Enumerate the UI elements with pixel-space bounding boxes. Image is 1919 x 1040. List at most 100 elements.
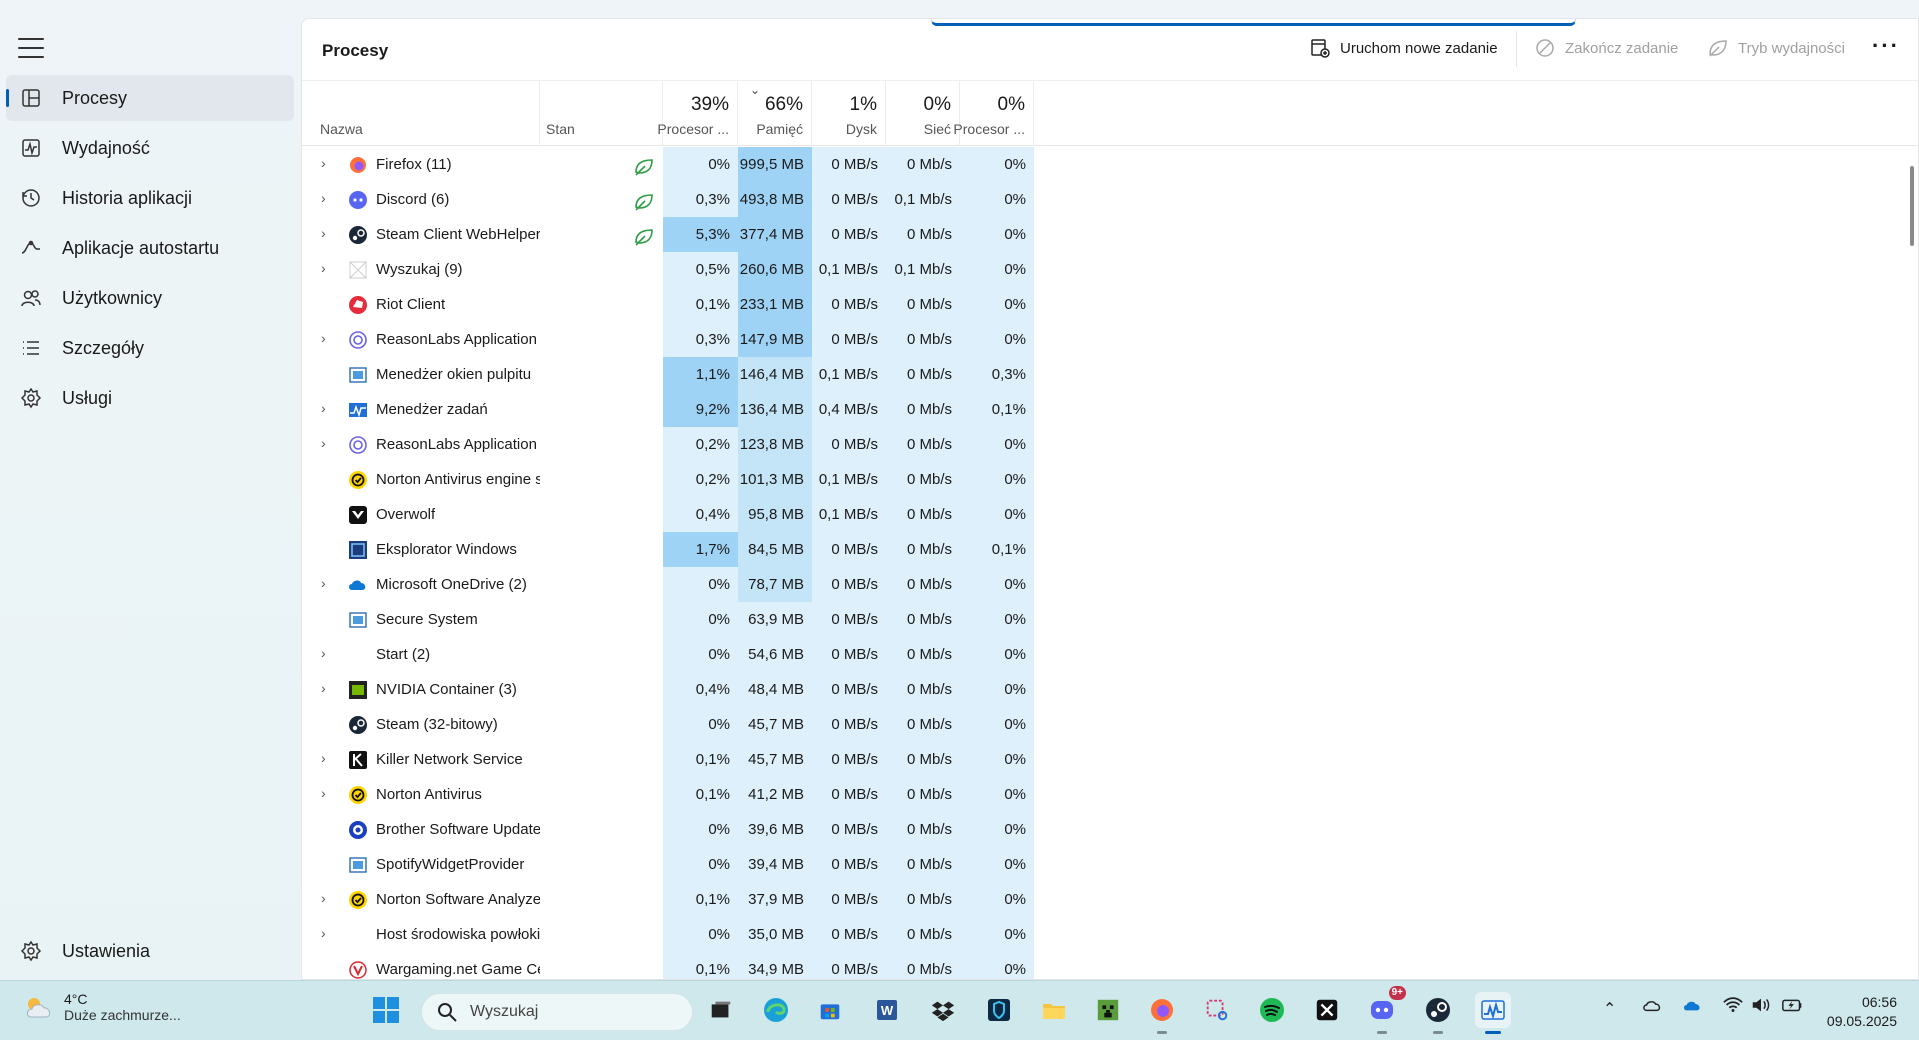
word-icon[interactable]: W <box>869 992 905 1028</box>
start-button[interactable] <box>368 992 404 1028</box>
chevron-right-icon[interactable]: › <box>321 777 326 812</box>
table-row[interactable]: SpotifyWidgetProvider 0% 39,4 MB 0 MB/s 0 Mb… <box>302 847 1918 882</box>
table-row[interactable]: › Norton Antivirus 0,1% 41,2 MB 0 MB/s 0 Mb/s… <box>302 777 1918 812</box>
discord-taskbar-icon[interactable]: 9+ <box>1364 986 1406 1034</box>
column-header-gpu[interactable]: 0% Procesor ... <box>953 81 1034 146</box>
edge-icon[interactable] <box>758 992 794 1028</box>
table-row[interactable]: ›ReasonLabs Application (5)0,3%147,9 MB0… <box>302 322 1918 357</box>
table-row[interactable]: Menedżer okien pulpitu 1,1% 146,4 MB 0,1 MB… <box>302 357 1918 392</box>
table-row[interactable]: Riot Client 0,1% 233,1 MB 0 MB/s 0 Mb/s 0% <box>302 287 1918 322</box>
disk-cell: 0 MB/s <box>812 147 886 182</box>
mem-cell: 41,2 MB <box>738 777 812 812</box>
status-cell <box>540 742 663 777</box>
column-header-memory[interactable]: ⌄ 66% Pamięć <box>738 81 812 146</box>
chevron-right-icon[interactable]: › <box>321 147 326 182</box>
column-header-cpu[interactable]: 39% Procesor ... <box>657 81 738 146</box>
column-header-network[interactable]: 0% Sieć <box>886 81 960 146</box>
capcut-icon[interactable] <box>1309 992 1345 1028</box>
spotify-icon[interactable] <box>1254 992 1290 1028</box>
chevron-right-icon[interactable]: › <box>321 672 326 707</box>
table-row[interactable]: ›Steam Client WebHelper (7)5,3%377,4 MB0… <box>302 217 1918 252</box>
show-hidden-icons-chevron-up-icon[interactable]: ⌃ <box>1603 999 1616 1019</box>
scrollbar[interactable] <box>1910 166 1914 246</box>
name-cell: Menedżer okien pulpitu <box>302 357 540 392</box>
settings-button[interactable]: Ustawienia <box>20 940 150 962</box>
sidebar-item-startup-apps[interactable]: Aplikacje autostartu <box>6 225 294 271</box>
minecraft-icon[interactable] <box>1090 992 1126 1028</box>
malwarebytes-icon[interactable] <box>981 992 1017 1028</box>
sidebar-item-label: Historia aplikacji <box>62 187 193 208</box>
table-row[interactable]: › Discord (6) 0,3% 493,8 MB 0 MB/s 0,1 Mb/s 0% <box>302 182 1918 217</box>
chevron-right-icon[interactable]: › <box>321 917 326 952</box>
cpu-cell: 0,4% <box>663 497 738 532</box>
chevron-right-icon[interactable]: › <box>321 427 326 462</box>
column-header-name[interactable]: Nazwa <box>302 81 540 146</box>
net-cell: 0 Mb/s <box>886 672 960 707</box>
table-row[interactable]: › Firefox (11) 0% 999,5 MB 0 MB/s 0 Mb/s 0% <box>302 147 1918 182</box>
sidebar-item-processes[interactable]: Procesy <box>6 75 294 121</box>
hamburger-menu-icon[interactable] <box>18 38 44 58</box>
steam-taskbar-icon[interactable] <box>1420 992 1456 1034</box>
table-row[interactable]: Steam (32-bitowy) 0% 45,7 MB 0 MB/s 0 Mb/s 0% <box>302 707 1918 742</box>
taskbar-search-input[interactable]: Wyszukaj <box>421 993 693 1031</box>
system-icon <box>348 610 368 630</box>
cloud-icon[interactable] <box>1641 996 1663 1019</box>
column-header-disk[interactable]: 1% Dysk <box>812 81 886 146</box>
run-new-task-button[interactable]: Uruchom nowe zadanie <box>1309 37 1498 59</box>
chevron-right-icon[interactable]: › <box>321 252 326 287</box>
chevron-right-icon[interactable]: › <box>321 882 326 917</box>
firefox-taskbar-icon[interactable] <box>1144 992 1180 1034</box>
chevron-right-icon[interactable]: › <box>321 322 326 357</box>
wifi-icon[interactable] <box>1722 995 1744 1020</box>
table-row[interactable]: Overwolf 0,4% 95,8 MB 0,1 MB/s 0 Mb/s 0% <box>302 497 1918 532</box>
table-row[interactable]: › NVIDIA Container (3) 0,4% 48,4 MB 0 MB/s 0 … <box>302 672 1918 707</box>
volume-icon[interactable] <box>1750 995 1772 1020</box>
table-row[interactable]: Brother Software Update Noti...0%39,6 MB… <box>302 812 1918 847</box>
system-icon <box>348 855 368 875</box>
task-manager-taskbar-icon[interactable] <box>1475 992 1511 1034</box>
dropbox-icon[interactable] <box>925 992 961 1028</box>
net-cell: 0 Mb/s <box>886 812 960 847</box>
table-row[interactable]: Eksplorator Windows 1,7% 84,5 MB 0 MB/s 0 Mb… <box>302 532 1918 567</box>
battery-charging-icon[interactable] <box>1781 995 1805 1020</box>
table-row[interactable]: › Menedżer zadań 9,2% 136,4 MB 0,4 MB/s 0 Mb/… <box>302 392 1918 427</box>
task-view-icon[interactable] <box>703 992 739 1028</box>
disk-cell: 0 MB/s <box>812 882 886 917</box>
file-explorer-icon[interactable] <box>1036 992 1072 1028</box>
chevron-right-icon[interactable]: › <box>321 742 326 777</box>
table-row[interactable]: › Wyszukaj (9) 0,5% 260,6 MB 0,1 MB/s 0,1 Mb/… <box>302 252 1918 287</box>
running-indicator <box>1377 1031 1387 1034</box>
weather-widget[interactable]: 4°C Duże zachmurze... <box>22 991 181 1023</box>
table-row[interactable]: › Killer Network Service 0,1% 45,7 MB 0 MB/s… <box>302 742 1918 777</box>
sidebar-item-app-history[interactable]: Historia aplikacji <box>6 175 294 221</box>
efficiency-mode-button[interactable]: Tryb wydajności <box>1707 37 1845 59</box>
table-row[interactable]: Wargaming.net Game Center (... 0,1%34,9 M… <box>302 952 1918 979</box>
table-row[interactable]: ›Host środowiska powłoki syste...0%35,0 … <box>302 917 1918 952</box>
end-task-button[interactable]: Zakończ zadanie <box>1534 37 1678 59</box>
chevron-right-icon[interactable]: › <box>321 567 326 602</box>
onedrive-tray-icon[interactable] <box>1682 996 1704 1019</box>
table-row[interactable]: › Start (2) 0% 54,6 MB 0 MB/s 0 Mb/s 0% <box>302 637 1918 672</box>
snipping-tool-icon[interactable] <box>1199 992 1235 1028</box>
chevron-right-icon[interactable]: › <box>321 217 326 252</box>
clock[interactable]: 06:56 09.05.2025 <box>1827 993 1897 1031</box>
status-cell <box>540 497 663 532</box>
more-options-icon[interactable]: ··· <box>1872 35 1900 57</box>
sidebar-item-users[interactable]: Użytkownicy <box>6 275 294 321</box>
sidebar-item-details[interactable]: Szczegóły <box>6 325 294 371</box>
net-cell: 0 Mb/s <box>886 707 960 742</box>
microsoft-store-icon[interactable] <box>812 992 848 1028</box>
chevron-right-icon[interactable]: › <box>321 637 326 672</box>
sidebar-item-performance[interactable]: Wydajność <box>6 125 294 171</box>
table-row[interactable]: Norton Antivirus engine server 0,2%101,3 … <box>302 462 1918 497</box>
chevron-right-icon[interactable]: › <box>321 182 326 217</box>
process-list: › Firefox (11) 0% 999,5 MB 0 MB/s 0 Mb/s 0% › Di… <box>302 147 1918 979</box>
table-row[interactable]: Secure System 0% 63,9 MB 0 MB/s 0 Mb/s 0% <box>302 602 1918 637</box>
table-row[interactable]: › Microsoft OneDrive (2) 0% 78,7 MB 0 MB/s 0 … <box>302 567 1918 602</box>
column-header-status[interactable]: Stan <box>540 81 663 146</box>
table-row[interactable]: › Norton Software Analyzer 0,1% 37,9 MB 0 MB… <box>302 882 1918 917</box>
table-row[interactable]: ›ReasonLabs Application (4)0,2%123,8 MB0… <box>302 427 1918 462</box>
chevron-right-icon[interactable]: › <box>321 392 326 427</box>
sidebar-item-services[interactable]: Usługi <box>6 375 294 421</box>
processes-icon <box>20 87 42 109</box>
